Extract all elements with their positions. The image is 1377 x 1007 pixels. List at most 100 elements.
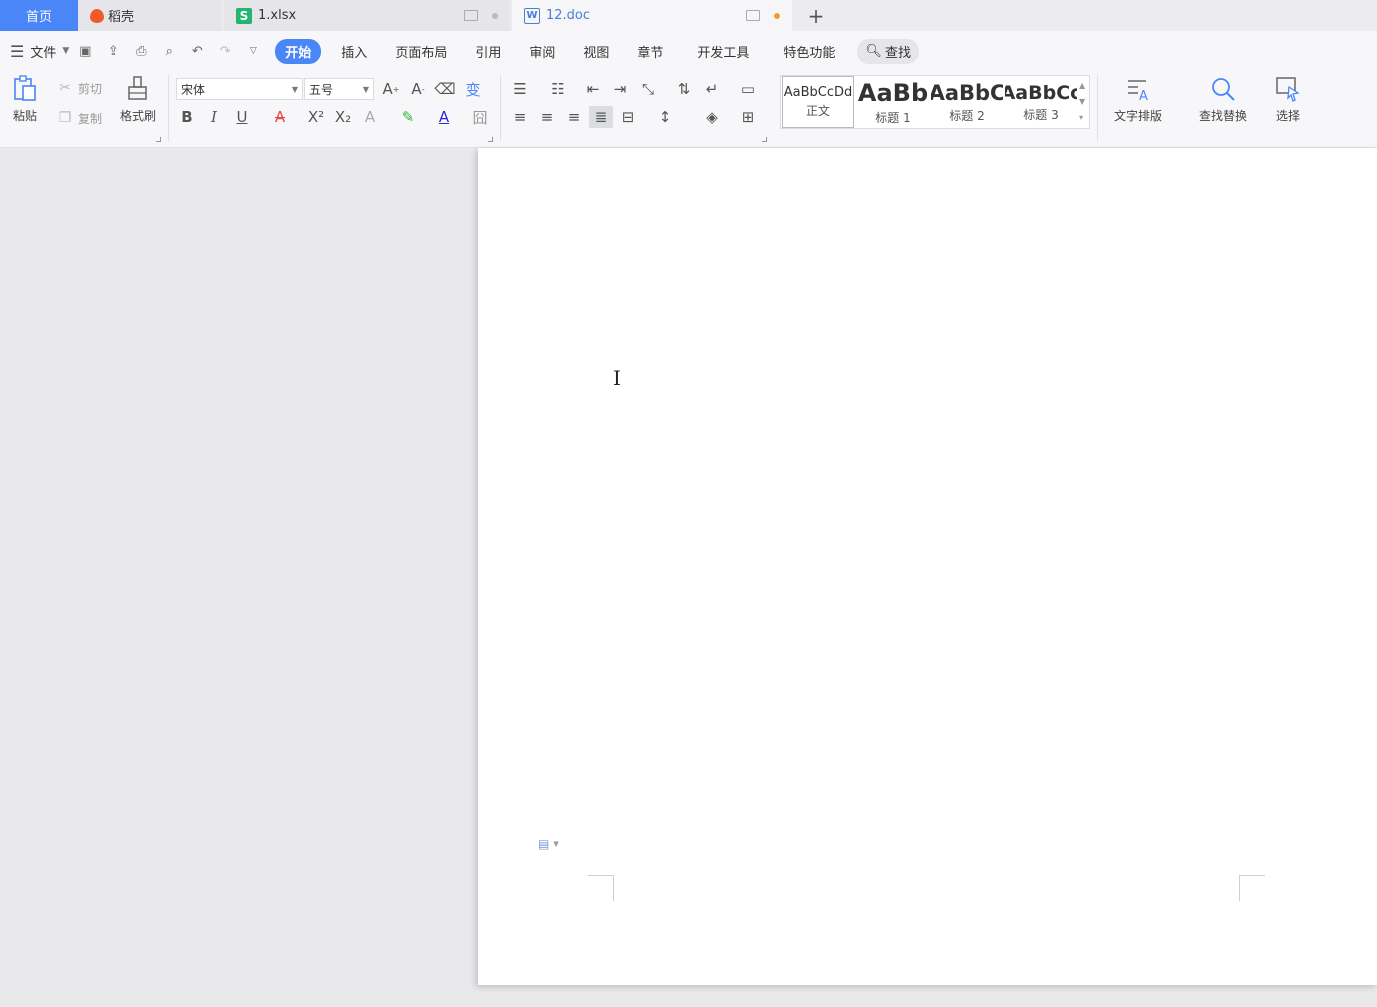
separator: [1097, 75, 1098, 141]
customize-icon[interactable]: ▽: [245, 43, 261, 59]
menu-features[interactable]: 特色功能: [769, 42, 849, 61]
align-left-icon[interactable]: ≡: [508, 106, 532, 128]
select-button[interactable]: 选择: [1266, 75, 1310, 124]
tab-xlsx[interactable]: S 1.xlsx: [224, 0, 510, 31]
daoke-icon: [90, 8, 104, 23]
font-name-select[interactable]: 宋体 ▼: [176, 78, 303, 100]
menu-start[interactable]: 开始: [275, 38, 322, 64]
font-group-launcher[interactable]: [488, 137, 493, 142]
tab-home[interactable]: 首页: [0, 0, 78, 31]
monitor-icon[interactable]: [464, 10, 478, 21]
find-replace-label: 查找替换: [1198, 109, 1247, 123]
menu-insert[interactable]: 插入: [327, 42, 381, 61]
chevron-down-icon: ▼: [553, 840, 559, 848]
text-effect-icon[interactable]: A: [358, 106, 382, 128]
copy-icon: ❐: [58, 110, 72, 126]
print-icon[interactable]: ⎙: [133, 43, 149, 59]
menu-developer[interactable]: 开发工具: [683, 42, 763, 61]
italic-icon[interactable]: I: [202, 106, 226, 128]
brush-icon: [124, 75, 152, 103]
bullet-list-icon[interactable]: ☰: [508, 78, 532, 100]
styles-scroll[interactable]: ▲ ▼ ▾: [1079, 78, 1085, 126]
menu-file[interactable]: 文件: [30, 42, 56, 61]
numbered-list-icon[interactable]: ☷: [546, 78, 570, 100]
monitor-icon[interactable]: [746, 10, 760, 21]
style-heading-2[interactable]: AaBbC 标题 2: [931, 76, 1003, 128]
underline-icon[interactable]: U: [230, 106, 254, 128]
clear-format-icon[interactable]: ⌫: [433, 78, 457, 100]
cut-label: 剪切: [78, 81, 103, 96]
document-page[interactable]: [478, 148, 1377, 985]
save-icon[interactable]: ▣: [77, 43, 93, 59]
cut-button[interactable]: ✂ 剪切: [56, 79, 102, 97]
borders-icon[interactable]: ⊞: [736, 106, 760, 128]
search-box[interactable]: 🔍︎ 查找: [857, 38, 919, 64]
font-color-icon[interactable]: A: [432, 106, 456, 128]
shading-icon[interactable]: ◈: [700, 106, 724, 128]
tab-xlsx-label: 1.xlsx: [258, 8, 297, 23]
page-options[interactable]: ▤ ▼: [538, 837, 559, 851]
text-layout-button[interactable]: A 文字排版: [1106, 75, 1170, 124]
separator: [500, 75, 501, 141]
shrink-font-icon[interactable]: A-: [406, 78, 430, 100]
strikethrough-icon[interactable]: A: [268, 106, 292, 128]
export-icon[interactable]: ⇪: [105, 43, 121, 59]
format-painter-button[interactable]: 格式刷: [116, 75, 160, 124]
phonetic-icon[interactable]: 变: [461, 78, 485, 100]
magnifier-icon: [1209, 75, 1237, 103]
justify-icon[interactable]: ≣: [589, 106, 613, 128]
menu-references[interactable]: 引用: [461, 42, 515, 61]
style-heading-3[interactable]: AaBbCc 标题 3: [1005, 76, 1077, 128]
menu-review[interactable]: 审阅: [515, 42, 569, 61]
align-right-icon[interactable]: ≡: [562, 106, 586, 128]
highlight-icon[interactable]: ✎: [396, 106, 420, 128]
clipboard-icon: [11, 75, 39, 103]
line-spacing-icon[interactable]: ↕: [653, 106, 677, 128]
distribute-icon[interactable]: ⊟: [616, 106, 640, 128]
subscript-icon[interactable]: X₂: [331, 106, 355, 128]
undo-icon[interactable]: ↶: [189, 43, 205, 59]
tab-doc[interactable]: W 12.doc: [512, 0, 792, 31]
menu-bar: ☰ 文件 ▼ ▣ ⇪ ⎙ ⌕ ↶ ↷ ▽ 开始 插入 页面布局 引用 审阅 视图…: [0, 31, 1377, 71]
table-convert-icon[interactable]: ▭: [736, 78, 760, 100]
hamburger-icon[interactable]: ☰: [10, 42, 24, 61]
style-heading-1[interactable]: AaBb 标题 1: [857, 76, 929, 128]
close-dot-icon[interactable]: [492, 12, 498, 19]
copy-button[interactable]: ❐ 复制: [56, 109, 102, 127]
menu-chapter[interactable]: 章节: [623, 42, 677, 61]
select-cursor-icon: [1274, 75, 1302, 103]
tab-daoke[interactable]: 稻壳: [78, 0, 222, 31]
font-size-select[interactable]: 五号 ▼: [304, 78, 374, 100]
font-size-value: 五号: [309, 82, 334, 97]
new-tab-button[interactable]: +: [792, 0, 840, 31]
menu-page-layout[interactable]: 页面布局: [381, 42, 461, 61]
document-icon: W: [524, 7, 540, 24]
menu-view[interactable]: 视图: [569, 42, 623, 61]
bold-icon[interactable]: B: [175, 106, 199, 128]
format-painter-label: 格式刷: [119, 109, 156, 123]
font-name-value: 宋体: [181, 82, 206, 97]
style-caption: 标题 1: [875, 110, 911, 125]
clipboard-group-launcher[interactable]: [156, 137, 161, 142]
print-preview-icon[interactable]: ⌕: [161, 43, 177, 59]
text-direction-icon[interactable]: ⤡: [636, 78, 660, 100]
char-border-icon[interactable]: 囧: [468, 106, 492, 128]
style-normal[interactable]: AaBbCcDd 正文: [782, 76, 854, 128]
decrease-indent-icon[interactable]: ⇤: [581, 78, 605, 100]
find-replace-button[interactable]: 查找替换: [1191, 75, 1255, 124]
grow-font-icon[interactable]: A +: [379, 78, 403, 100]
chevron-down-icon: ▼: [291, 84, 298, 94]
document-workspace: [0, 148, 1377, 1007]
chevron-down-icon[interactable]: ▼: [62, 46, 69, 56]
unsaved-dot-icon[interactable]: [774, 12, 780, 19]
increase-indent-icon[interactable]: ⇥: [608, 78, 632, 100]
search-icon: 🔍︎: [865, 43, 882, 59]
superscript-icon[interactable]: X²: [304, 106, 328, 128]
align-center-icon[interactable]: ≡: [535, 106, 559, 128]
redo-icon[interactable]: ↷: [217, 43, 233, 59]
show-marks-icon[interactable]: ↵: [700, 78, 724, 100]
sort-icon[interactable]: ⇅: [672, 78, 696, 100]
margin-corner-mark: [1239, 875, 1265, 901]
paragraph-group-launcher[interactable]: [762, 137, 767, 142]
paste-button[interactable]: 粘贴: [6, 75, 44, 124]
